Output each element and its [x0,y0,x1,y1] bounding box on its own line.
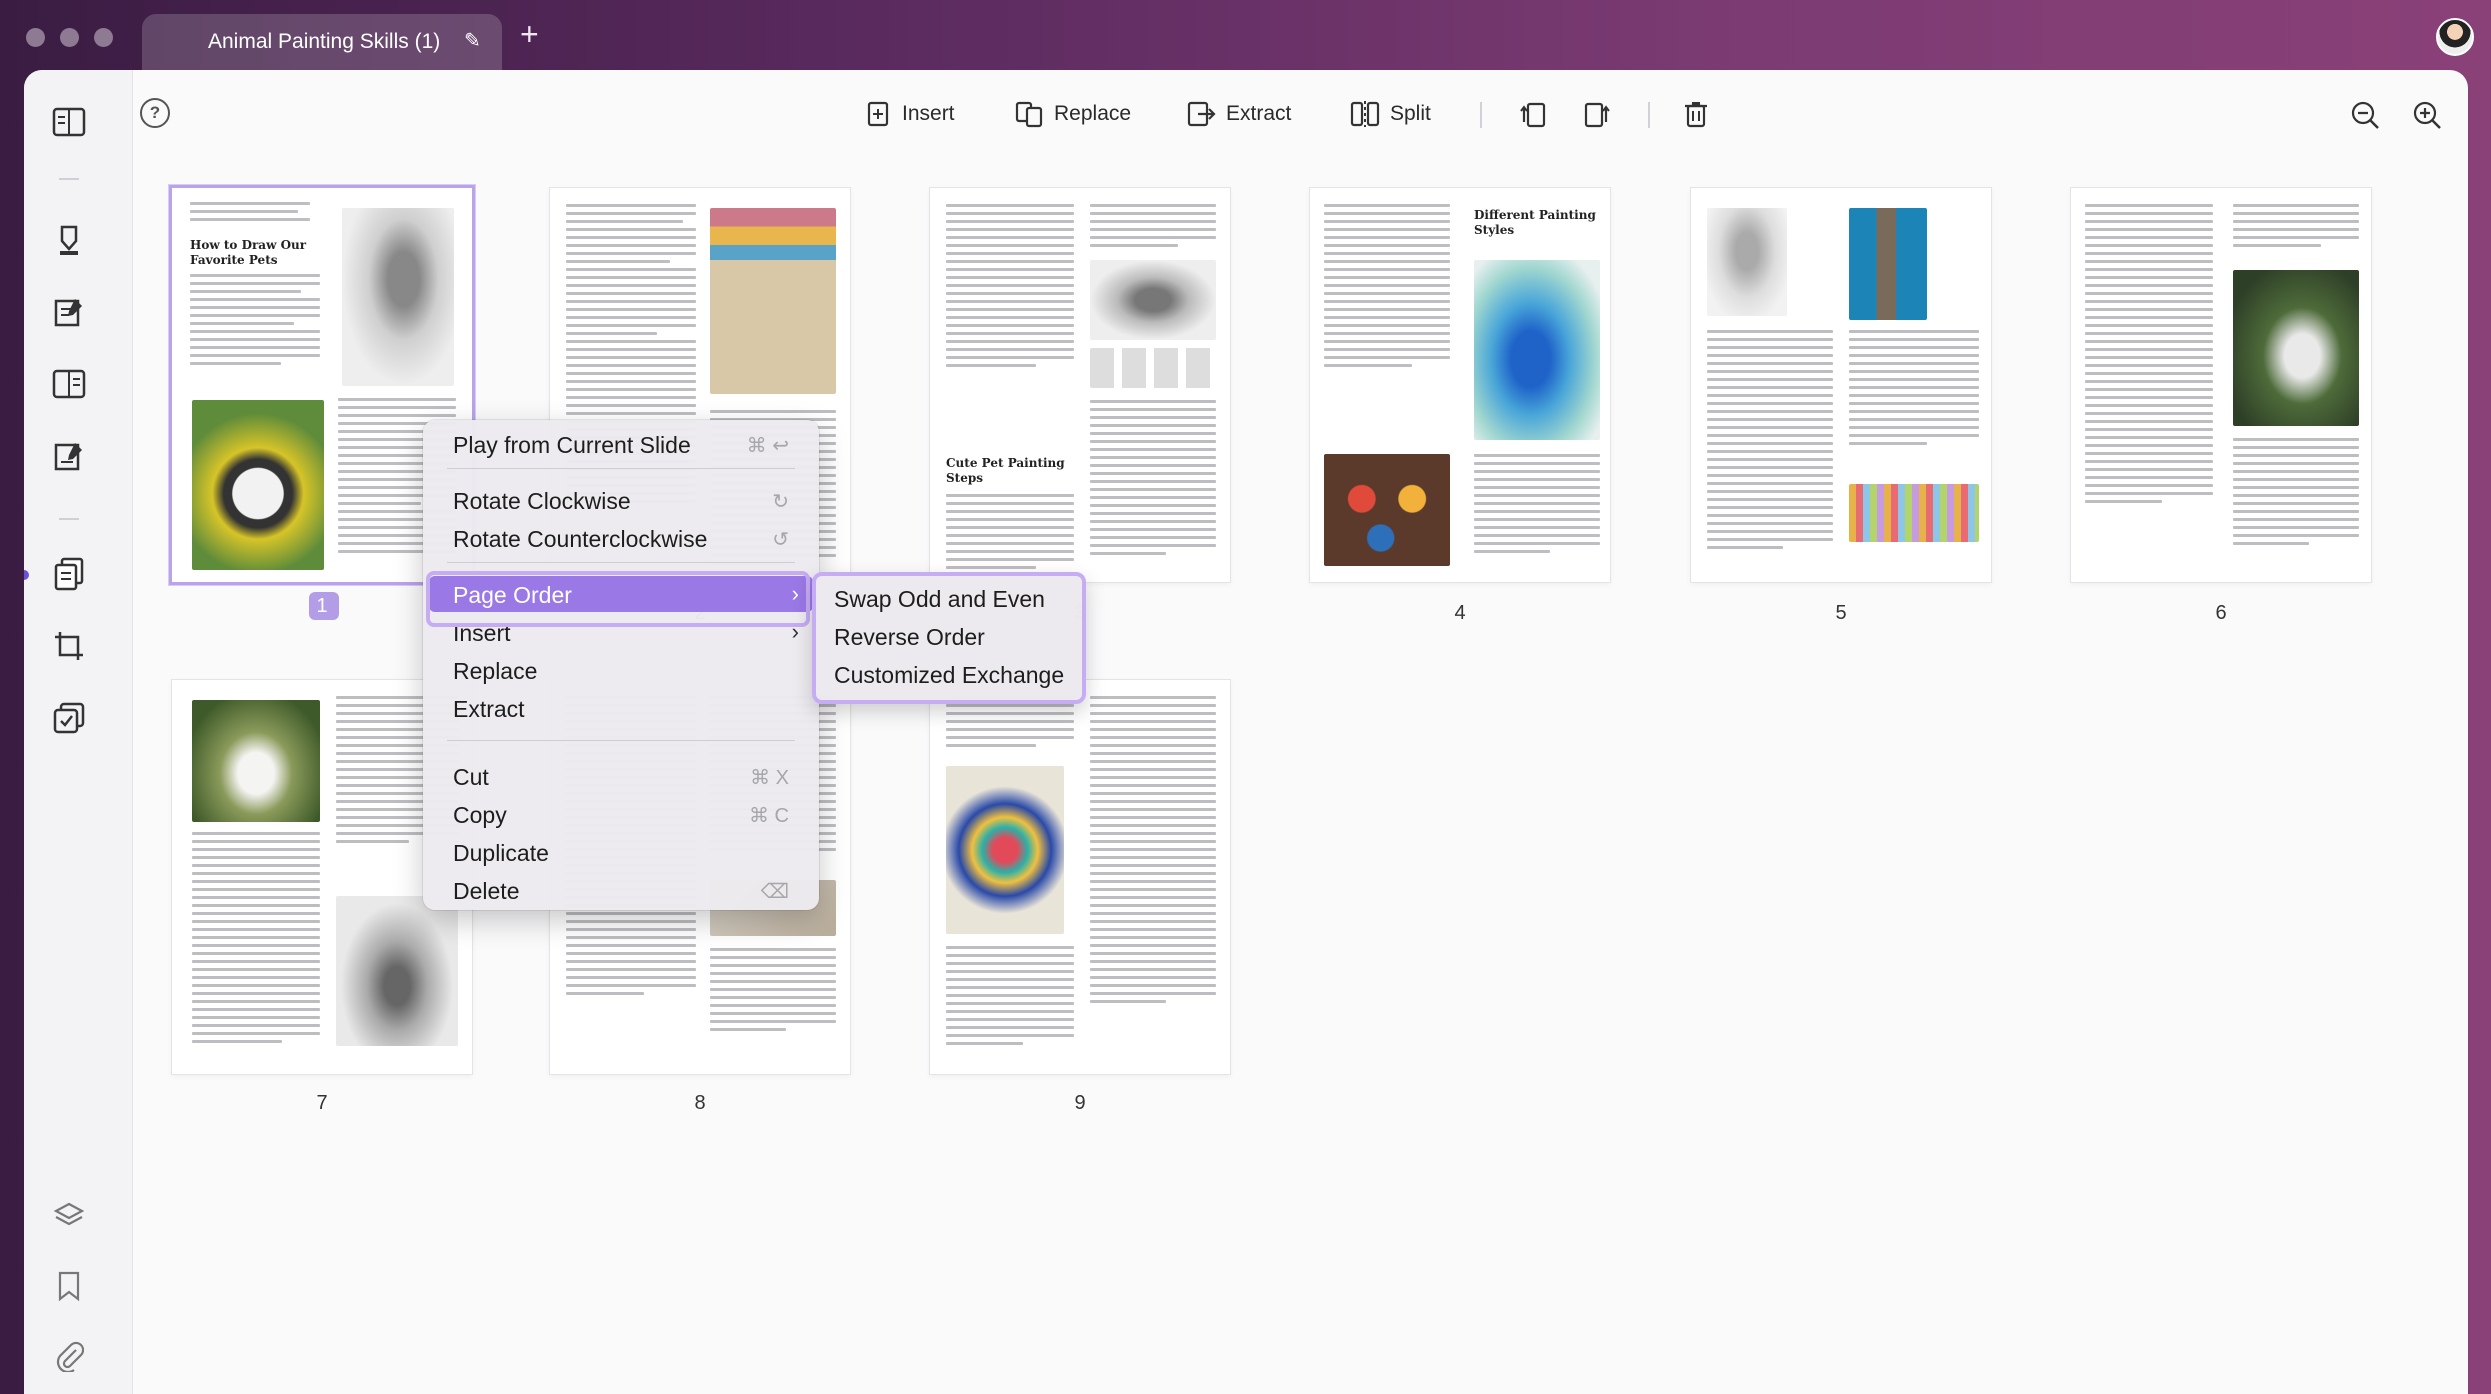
rotate-counterclockwise-icon: ↺ [772,529,789,551]
submenu-item-reverse-order[interactable]: Reverse Order [834,624,985,651]
zoom-window-button[interactable] [94,28,113,47]
form-icon[interactable] [49,364,89,404]
split-page-icon [1350,101,1380,127]
menu-item-duplicate[interactable]: Duplicate [429,834,813,870]
zoom-in-icon [2413,101,2441,129]
extract-label: Extract [1226,102,1292,125]
minimize-window-button[interactable] [60,28,79,47]
menu-item-replace[interactable]: Replace [429,652,813,688]
left-sidebar [24,70,133,1394]
main-window: ? Insert Replace Extract Split How to Dr… [24,70,2468,1394]
document-tab[interactable]: Animal Painting Skills (1) ✎ [142,14,502,70]
menu-item-delete[interactable]: Delete ⌫ [429,872,813,908]
page-number-9: 9 [1074,1092,1086,1114]
new-tab-button[interactable]: + [520,18,539,50]
sketch-steps-image [1090,348,1216,388]
highlighter-icon[interactable] [49,220,89,260]
rotate-left-icon [1520,102,1546,128]
page-thumbnail-4[interactable]: Different Painting Styles [1310,188,1610,582]
page-number-5: 5 [1835,602,1847,624]
close-window-button[interactable] [26,28,45,47]
page-thumbnail-5[interactable] [1691,188,1991,582]
menu-item-play-from-current-slide[interactable]: Play from Current Slide ⌘ ↩ [429,426,813,462]
insert-label: Insert [902,102,955,125]
page-1-title: How to Draw Our Favorite Pets [190,238,307,267]
dog-sketch-image [342,208,454,386]
page-thumbnail-9[interactable] [930,680,1230,1074]
batch-tools-icon[interactable] [49,698,89,738]
rotate-right-button[interactable] [1582,100,1612,130]
menu-item-copy[interactable]: Copy ⌘ C [429,796,813,832]
corgi-sketch-image [1090,260,1216,340]
page-number-6: 6 [2215,602,2227,624]
help-icon[interactable]: ? [140,98,170,128]
insert-button[interactable]: Insert [866,100,955,128]
reader-icon[interactable] [49,102,89,142]
layers-icon[interactable] [49,1196,89,1236]
dog-painting-image [192,400,324,570]
bunny-photo-image [192,700,320,822]
replace-label: Replace [1054,102,1132,125]
page-number-8: 8 [694,1092,706,1114]
page-thumbnail-3[interactable]: Cute Pet Painting Steps [930,188,1230,582]
submenu-item-customized-exchange[interactable]: Customized Exchange [834,662,1064,689]
delete-key-icon: ⌫ [760,881,789,903]
menu-item-cut[interactable]: Cut ⌘ X [429,758,813,794]
person-blue-door-image [1849,208,1927,320]
submenu-item-swap-odd-even[interactable]: Swap Odd and Even [834,586,1045,613]
page-4-title: Different Painting Styles [1474,208,1596,237]
crop-icon[interactable] [49,626,89,666]
sign-icon[interactable] [49,436,89,476]
pencil-icon[interactable]: ✎ [464,28,481,53]
bunny-sketch-image [336,896,458,1046]
split-label: Split [1390,102,1431,125]
menu-item-rotate-counterclockwise[interactable]: Rotate Counterclockwise ↺ [429,520,813,556]
trash-icon [1685,102,1707,128]
colorful-art-plate-image [946,766,1064,934]
title-bar: Animal Painting Skills (1) ✎ + [0,0,2491,70]
page-order-submenu: Swap Odd and Even Reverse Order Customiz… [812,572,1086,704]
zoom-out-button[interactable] [2350,100,2380,130]
rotate-clockwise-icon: ↻ [772,491,789,513]
sketchbook-plants-image [2233,270,2359,426]
delete-page-button[interactable] [1682,100,1710,130]
replace-button[interactable]: Replace [1014,100,1131,128]
paint-cups-image [1324,454,1450,566]
menu-item-rotate-clockwise[interactable]: Rotate Clockwise ↻ [429,482,813,518]
active-indicator [24,570,29,580]
watercolor-image [1474,260,1600,440]
zoom-out-icon [2351,101,2379,129]
page-context-menu: Play from Current Slide ⌘ ↩ Rotate Clock… [423,420,819,910]
extract-button[interactable]: Extract [1186,100,1291,128]
page-3-title: Cute Pet Painting Steps [946,456,1065,485]
replace-page-icon [1015,101,1043,128]
page-number-4: 4 [1454,602,1466,624]
page-order-highlight [426,571,810,627]
paint-brushes-image [710,208,836,394]
attachment-icon[interactable] [49,1336,89,1376]
extract-page-icon [1187,101,1216,127]
rotate-right-icon [1584,102,1610,128]
avatar[interactable] [2436,18,2474,56]
zoom-in-button[interactable] [2412,100,2442,130]
insert-page-icon [867,101,889,127]
split-button[interactable]: Split [1350,100,1431,128]
page-thumbnail-6[interactable] [2071,188,2371,582]
bookmark-icon[interactable] [49,1266,89,1306]
page-number-7: 7 [316,1092,328,1114]
tab-title: Animal Painting Skills (1) [208,30,441,53]
edit-text-icon[interactable] [49,292,89,332]
menu-item-extract[interactable]: Extract [429,690,813,726]
rotate-left-button[interactable] [1518,100,1548,130]
organize-pages-icon[interactable] [49,554,89,594]
statue-image [1707,208,1787,316]
colored-pencils-image [1849,484,1979,542]
